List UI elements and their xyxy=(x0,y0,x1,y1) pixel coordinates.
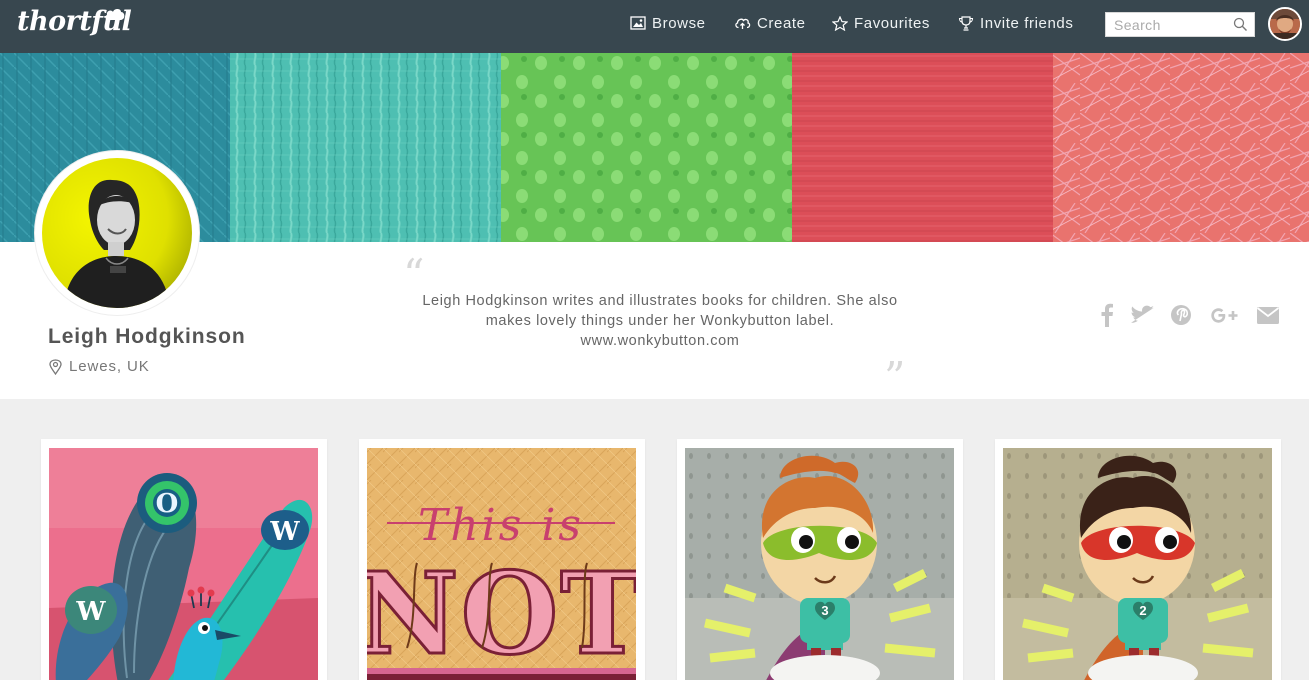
image-icon xyxy=(630,16,646,30)
card-1-letter-o: O xyxy=(156,489,179,519)
location-pin-icon xyxy=(49,358,62,375)
profile-bio: Leigh Hodgkinson writes and illustrates … xyxy=(422,293,898,349)
nav-create-label: Create xyxy=(757,14,806,32)
user-avatar[interactable] xyxy=(1268,7,1302,41)
card-product[interactable]: This is NOT xyxy=(359,439,645,680)
card-product[interactable]: O W W xyxy=(41,439,327,680)
email-icon[interactable] xyxy=(1256,303,1280,327)
card-image[interactable]: 2 have xyxy=(1003,448,1272,680)
card-1-letter-w-right: W xyxy=(269,517,300,547)
card-3-number: 3 xyxy=(821,603,828,618)
card-image[interactable]: This is NOT xyxy=(367,448,636,680)
profile-avatar-frame xyxy=(35,151,199,315)
card-image[interactable]: O W W xyxy=(49,448,318,680)
nav-invite-friends-label: Invite friends xyxy=(980,14,1074,32)
twitter-icon[interactable] xyxy=(1131,303,1154,327)
nav-invite-friends[interactable]: Invite friends xyxy=(958,13,1073,33)
nav-browse[interactable]: Browse xyxy=(630,13,706,33)
search-box xyxy=(1105,12,1255,37)
google-plus-icon[interactable] xyxy=(1208,303,1240,327)
trophy-icon xyxy=(958,15,974,31)
profile-location: Lewes, UK xyxy=(49,358,150,375)
profile-avatar xyxy=(42,158,192,308)
card-4-number: 2 xyxy=(1139,603,1146,618)
facebook-icon[interactable] xyxy=(1100,303,1114,327)
quote-open-icon: “ xyxy=(403,250,425,299)
card-2-text-this-is: This is xyxy=(418,500,584,551)
pinterest-icon[interactable] xyxy=(1170,303,1192,327)
nav-browse-label: Browse xyxy=(652,14,706,32)
card-1-letter-w-left: W xyxy=(75,597,106,627)
card-image[interactable]: 3 have xyxy=(685,448,954,680)
cloud-logo-icon xyxy=(105,9,125,20)
quote-close-icon: ” xyxy=(884,353,906,402)
card-2-text-not: NOT xyxy=(367,549,636,680)
cloud-upload-icon xyxy=(735,18,751,29)
profile-name: Leigh Hodgkinson xyxy=(48,325,246,348)
star-icon xyxy=(832,15,848,31)
search-icon[interactable] xyxy=(1233,17,1248,32)
nav-favourites[interactable]: Favourites xyxy=(832,13,930,33)
card-product[interactable]: 3 have xyxy=(677,439,963,680)
nav-favourites-label: Favourites xyxy=(854,14,931,32)
search-input[interactable] xyxy=(1106,13,1226,36)
top-nav-bar: thortful Browse Create Favourites Invite… xyxy=(0,0,1309,53)
nav-create[interactable]: Create xyxy=(734,13,806,33)
profile-location-label: Lewes, UK xyxy=(69,358,150,375)
card-product[interactable]: 2 have xyxy=(995,439,1281,680)
